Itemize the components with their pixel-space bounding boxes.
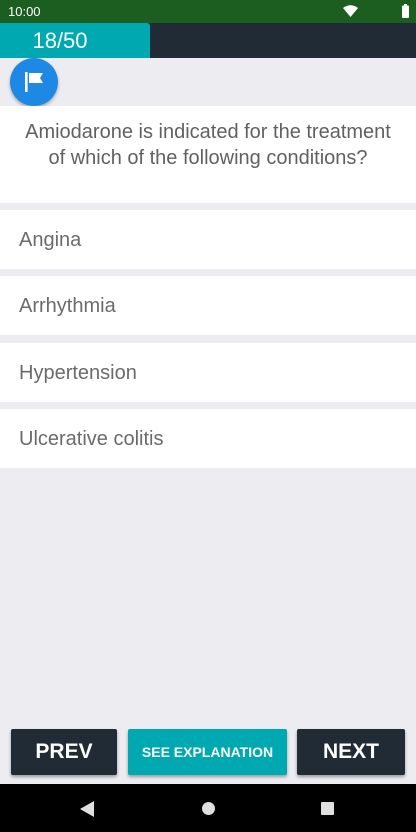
wifi-icon (343, 5, 358, 17)
battery-icon (402, 4, 409, 18)
answer-option-1[interactable]: Angina (0, 210, 416, 269)
answer-label: Ulcerative colitis (19, 428, 164, 450)
question-card: Amiodarone is indicated for the treatmen… (0, 106, 416, 203)
answer-option-3[interactable]: Hypertension (0, 343, 416, 402)
answer-label: Hypertension (19, 362, 137, 384)
recents-icon[interactable] (321, 802, 334, 815)
answer-option-2[interactable]: Arrhythmia (0, 276, 416, 335)
next-button[interactable]: NEXT (297, 729, 405, 775)
flag-icon (25, 72, 43, 92)
answer-label: Angina (19, 229, 82, 251)
see-explanation-button[interactable]: SEE EXPLANATION (128, 729, 287, 775)
prev-button[interactable]: PREV (11, 729, 117, 775)
home-icon[interactable] (202, 802, 215, 815)
status-bar: 10:00 (0, 0, 416, 23)
flag-question-button[interactable] (10, 58, 58, 106)
question-counter: 18/50 (32, 28, 88, 53)
question-text: Amiodarone is indicated for the treatmen… (25, 121, 391, 169)
answer-label: Arrhythmia (19, 295, 116, 317)
answer-option-4[interactable]: Ulcerative colitis (0, 409, 416, 468)
quiz-progress-bar: 18/50 (0, 23, 416, 58)
status-time: 10:00 (8, 4, 41, 19)
quiz-screen: 10:00 18/50 Amiodarone is indicated for … (0, 0, 416, 832)
back-icon[interactable] (80, 801, 94, 817)
